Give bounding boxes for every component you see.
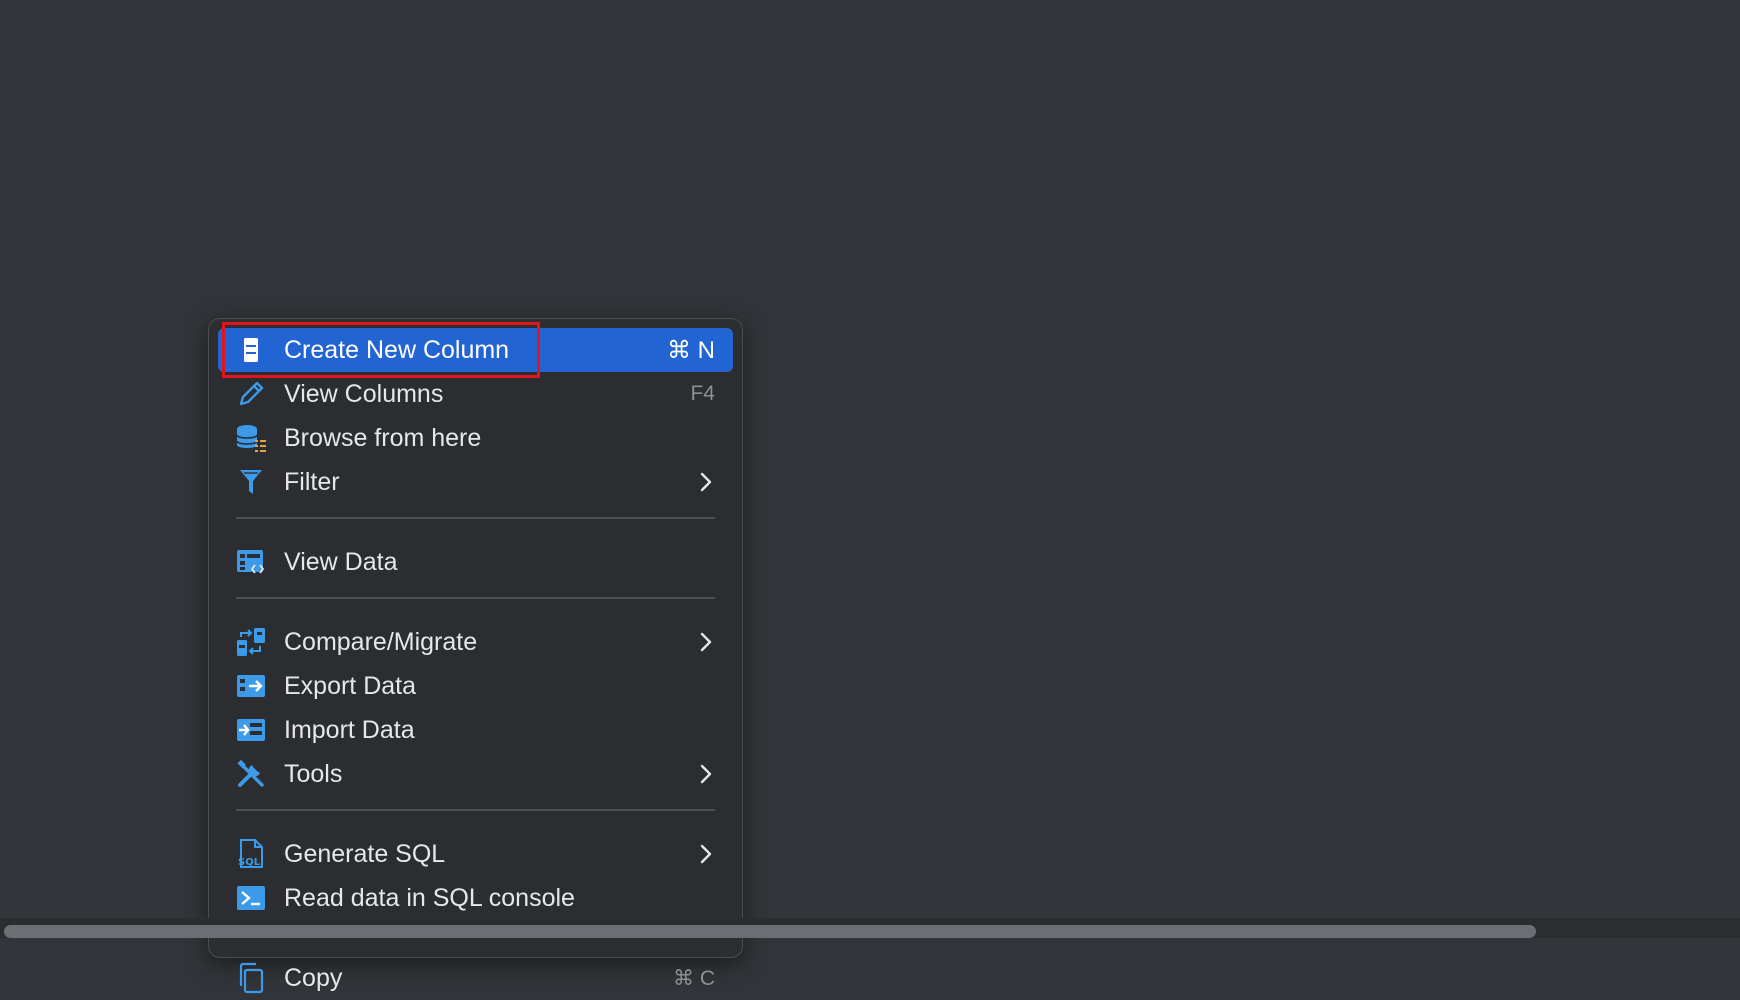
menu-separator (236, 597, 715, 599)
menu-item-create-new-column[interactable]: Create New Column ⌘ N (218, 328, 733, 372)
sql-file-icon: SQL (235, 838, 267, 870)
chevron-right-icon (697, 469, 715, 495)
menu-item-label: Compare/Migrate (284, 627, 478, 656)
menu-item-compare-migrate[interactable]: Compare/Migrate (218, 620, 733, 664)
pencil-icon (235, 378, 267, 410)
menu-item-label: Browse from here (284, 423, 482, 452)
chevron-right-icon (697, 841, 715, 867)
menu-item-shortcut: F4 (690, 382, 715, 405)
filter-icon (235, 466, 267, 498)
column-icon (235, 334, 267, 366)
compare-icon (235, 626, 267, 658)
menu-item-label: Generate SQL (284, 839, 446, 868)
menu-item-filter[interactable]: Filter (218, 460, 733, 504)
menu-item-view-data[interactable]: View Data (218, 540, 733, 584)
tools-icon (235, 758, 267, 790)
menu-item-label: View Data (284, 547, 398, 576)
menu-item-tools[interactable]: Tools (218, 752, 733, 796)
menu-item-label: Create New Column (284, 335, 510, 364)
menu-item-import-data[interactable]: Import Data (218, 708, 733, 752)
copy-icon (235, 962, 267, 994)
menu-item-label: Import Data (284, 715, 415, 744)
menu-item-label: Copy (284, 963, 343, 992)
menu-separator (236, 809, 715, 811)
menu-item-export-data[interactable]: Export Data (218, 664, 733, 708)
chevron-right-icon (697, 629, 715, 655)
menu-item-browse-from-here[interactable]: Browse from here (218, 416, 733, 460)
table-view-icon (235, 546, 267, 578)
menu-item-copy[interactable]: Copy ⌘ C (218, 956, 733, 1000)
menu-item-view-columns[interactable]: View Columns F4 (218, 372, 733, 416)
import-icon (235, 714, 267, 746)
menu-item-shortcut: ⌘ N (667, 336, 715, 364)
context-menu: Create New Column ⌘ N View Columns F4 Br… (208, 318, 743, 994)
menu-item-label: View Columns (284, 379, 444, 408)
menu-item-shortcut: ⌘ C (673, 966, 715, 990)
menu-item-label: Filter (284, 467, 340, 496)
menu-separator (236, 517, 715, 519)
database-browse-icon (235, 422, 267, 454)
horizontal-scrollbar-thumb[interactable] (4, 925, 1536, 938)
console-icon (235, 882, 267, 914)
menu-item-label: Read data in SQL console (284, 883, 575, 912)
menu-item-generate-sql[interactable]: SQL Generate SQL (218, 832, 733, 876)
menu-item-label: Export Data (284, 671, 417, 700)
svg-text:SQL: SQL (238, 857, 261, 868)
menu-item-label: Tools (284, 759, 343, 788)
export-icon (235, 670, 267, 702)
chevron-right-icon (697, 761, 715, 787)
menu-item-read-data-in-sql-console[interactable]: Read data in SQL console (218, 876, 733, 920)
